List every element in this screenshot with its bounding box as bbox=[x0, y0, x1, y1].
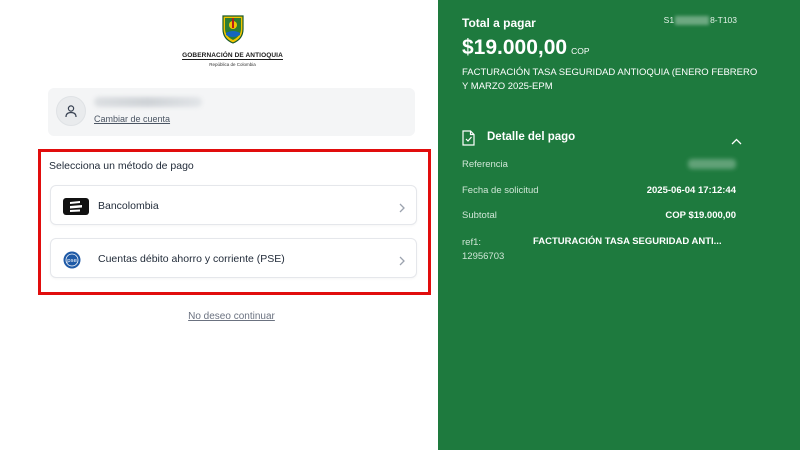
masked-reference bbox=[675, 16, 710, 26]
amount-value: $19.000,00 bbox=[462, 36, 568, 59]
detail-row-label: Referencia bbox=[462, 159, 508, 170]
total-amount: $19.000,00 COP bbox=[462, 36, 590, 60]
document-icon bbox=[462, 130, 475, 151]
detail-row-label: Fecha de solicitud bbox=[462, 185, 539, 196]
detail-row-label: ref1: 12956703 bbox=[462, 236, 504, 264]
detail-row-value: 2025-06-04 17:12:44 bbox=[646, 185, 736, 196]
svg-text:pse: pse bbox=[67, 258, 77, 264]
bancolombia-option[interactable]: Bancolombia bbox=[50, 185, 417, 225]
amount-currency: COP bbox=[571, 46, 590, 56]
chevron-right-icon bbox=[398, 253, 406, 271]
reference-prefix: S1 bbox=[663, 15, 675, 25]
reference-suffix: 8-T103 bbox=[710, 15, 737, 25]
ref1-label: ref1: bbox=[462, 237, 482, 248]
logo-subtitle: República de Colombia bbox=[209, 62, 256, 67]
masked-account-name bbox=[94, 97, 202, 107]
pse-label: Cuentas débito ahorro y corriente (PSE) bbox=[98, 253, 285, 265]
pse-logo-icon: pse bbox=[63, 251, 81, 274]
coat-of-arms-icon bbox=[221, 15, 244, 44]
detail-row-label: Subtotal bbox=[462, 210, 497, 221]
chevron-up-icon bbox=[731, 132, 742, 150]
transaction-reference: S1 8-T103 bbox=[663, 15, 737, 26]
payment-description: FACTURACIÓN TASA SEGURIDAD ANTIOQUIA (EN… bbox=[462, 67, 758, 92]
payment-methods-panel: GOBERNACIÓN DE ANTIOQUIA República de Co… bbox=[0, 0, 438, 450]
change-account-link[interactable]: Cambiar de cuenta bbox=[94, 114, 170, 124]
payment-detail-title: Detalle del pago bbox=[487, 131, 576, 143]
ref1-number: 12956703 bbox=[462, 251, 505, 262]
bancolombia-label: Bancolombia bbox=[98, 200, 159, 212]
payment-detail-toggle[interactable]: Detalle del pago bbox=[462, 128, 742, 148]
logo-title: GOBERNACIÓN DE ANTIOQUIA bbox=[182, 52, 283, 60]
payment-method-section: Selecciona un método de pago Bancolombia… bbox=[38, 149, 431, 295]
payment-summary-panel: Total a pagar S1 8-T103 $19.000,00 COP FAC… bbox=[438, 0, 800, 450]
user-icon bbox=[56, 96, 86, 126]
detail-row-ref1: ref1: 12956703 FACTURACIÓN TASA SEGURIDAD… bbox=[462, 236, 736, 264]
account-card: Cambiar de cuenta bbox=[48, 88, 415, 136]
no-continue-link[interactable]: No deseo continuar bbox=[0, 311, 463, 322]
detail-row-value: COP $19.000,00 bbox=[665, 210, 736, 221]
gobernacion-logo: GOBERNACIÓN DE ANTIOQUIA República de Co… bbox=[180, 14, 285, 67]
chevron-right-icon bbox=[398, 200, 406, 218]
detail-row-value: FACTURACIÓN TASA SEGURIDAD ANTI... bbox=[533, 236, 722, 247]
pse-option[interactable]: pse Cuentas débito ahorro y corriente (P… bbox=[50, 238, 417, 278]
masked-reference-value bbox=[688, 159, 736, 169]
bancolombia-logo-icon bbox=[63, 198, 89, 220]
payment-method-title: Selecciona un método de pago bbox=[49, 160, 194, 172]
total-label: Total a pagar bbox=[462, 16, 536, 30]
